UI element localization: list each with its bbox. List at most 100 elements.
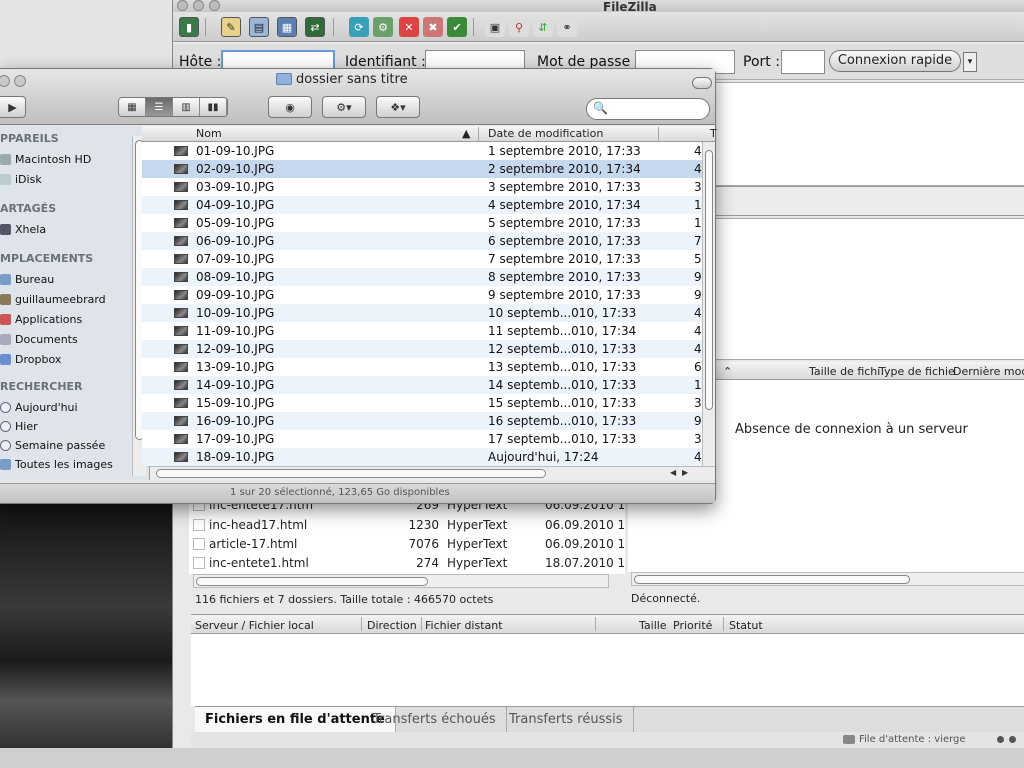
list-item[interactable]: 18-09-10.JPG Aujourd'hui, 17:24 4 [142,448,702,466]
list-item[interactable]: 05-09-10.JPG 5 septembre 2010, 17:33 1 [142,214,702,232]
action-menu-button[interactable]: ⚙▾ [322,96,366,118]
column-size[interactable]: T [710,127,717,140]
file-date: 06.09.2010 1 [545,518,626,532]
reconnect-icon[interactable]: ✔ [447,17,467,37]
list-item[interactable]: 07-09-10.JPG 7 septembre 2010, 17:33 5 [142,250,702,268]
tab-failed-transfers[interactable]: Transferts échoués [363,707,507,733]
dropbox-menu-button[interactable]: ❖▾ [376,96,420,118]
sort-up-chevron-icon[interactable]: ⌃ [723,365,732,378]
file-name: 04-09-10.JPG [196,198,275,212]
scroll-right-arrow-icon[interactable]: ▶ [682,468,688,477]
image-thumbnail-icon [174,272,188,282]
queue-col-direction[interactable]: Direction [367,619,417,632]
toolbar-toggle-button[interactable] [692,77,712,89]
scroll-left-arrow-icon[interactable]: ◀ [670,468,676,477]
toolbar-separator [333,18,334,36]
port-input[interactable] [781,50,825,74]
compare-directories-icon[interactable]: ⚲ [509,17,529,37]
queue-col-remote[interactable]: Fichier distant [425,619,503,632]
sidebar-item-macintosh-hd[interactable]: Macintosh HD [0,150,91,168]
list-item[interactable]: 17-09-10.JPG 17 septemb...010, 17:33 3 [142,430,702,448]
search-input[interactable]: 🔍 [586,98,710,120]
synchronized-browsing-icon[interactable]: ⇵ [533,17,553,37]
list-item[interactable]: 10-09-10.JPG 10 septemb...010, 17:33 4 [142,304,702,322]
sidebar-item-home[interactable]: guillaumeebrard [0,290,106,308]
list-item[interactable]: 03-09-10.JPG 3 septembre 2010, 17:33 3 [142,178,702,196]
sidebar-item-applications[interactable]: Applications [0,310,82,328]
queue-col-size[interactable]: Taille [639,619,667,632]
list-item[interactable]: 11-09-10.JPG 11 septemb...010, 17:34 4 [142,322,702,340]
list-item[interactable]: 16-09-10.JPG 16 septemb...010, 17:33 9 [142,412,702,430]
quickconnect-button[interactable]: Connexion rapide [829,50,961,72]
zoom-window-button[interactable] [209,0,220,11]
file-list-horizontal-scrollbar[interactable]: ◀ ▶ [150,466,715,480]
sidebar-item-all-images[interactable]: Toutes les images [0,455,113,473]
sidebar-item-xhela[interactable]: Xhela [0,220,46,238]
remote-directory-tree[interactable] [713,218,1024,360]
remote-tree-icon[interactable]: ▦ [277,17,297,37]
list-item[interactable]: 14-09-10.JPG 14 septemb...010, 17:33 1 [142,376,702,394]
sidebar-item-bureau[interactable]: Bureau [0,270,54,288]
transfer-queue-icon[interactable]: ⇄ [305,17,325,37]
minimize-window-button[interactable] [193,0,204,11]
process-queue-icon[interactable]: ⚙ [373,17,393,37]
column-view-button[interactable]: ▥ [173,98,200,116]
table-row[interactable]: inc-entete1.html 274 HyperText 18.07.201… [189,554,625,573]
list-item[interactable]: 09-09-10.JPG 9 septembre 2010, 17:33 9 [142,286,702,304]
search-remote-icon[interactable]: ⚭ [557,17,577,37]
file-type: HyperText [447,537,508,551]
site-manager-icon[interactable]: ▮ [179,17,199,37]
remote-col-type[interactable]: Type de fichie [879,365,955,378]
list-item[interactable]: 01-09-10.JPG 1 septembre 2010, 17:33 4 [142,142,702,160]
refresh-icon[interactable]: ⟳ [349,17,369,37]
coverflow-view-button[interactable]: ▮▮ [200,98,227,116]
tab-successful-transfers[interactable]: Transferts réussis [499,707,634,733]
sidebar-item-dropbox[interactable]: Dropbox [0,350,61,368]
list-item[interactable]: 13-09-10.JPG 13 septemb...010, 17:33 6 [142,358,702,376]
sidebar-item-documents[interactable]: Documents [0,330,78,348]
sidebar-item-yesterday[interactable]: Hier [0,417,38,435]
quickconnect-history-dropdown[interactable]: ▾ [963,52,977,72]
local-tree-icon[interactable]: ▤ [249,17,269,37]
remote-col-size[interactable]: Taille de fichi [809,365,880,378]
table-row[interactable]: article-17.html 7076 HyperText 06.09.201… [189,535,625,554]
message-log-icon[interactable]: ✎ [221,17,241,37]
disconnect-icon[interactable]: ✖ [423,17,443,37]
list-item[interactable]: 06-09-10.JPG 6 septembre 2010, 17:33 7 [142,232,702,250]
queue-col-local[interactable]: Serveur / Fichier local [195,619,314,632]
file-name: 12-09-10.JPG [196,342,275,356]
queue-col-priority[interactable]: Priorité [673,619,712,632]
remote-col-modified[interactable]: Dernière modif [953,365,1024,378]
cancel-icon[interactable]: ✕ [399,17,419,37]
file-name: 11-09-10.JPG [196,324,275,338]
sidebar-item-last-week[interactable]: Semaine passée [0,436,105,454]
column-name[interactable]: Nom [196,127,222,140]
close-window-button[interactable] [177,0,188,11]
directory-listing-filters-icon[interactable]: ▣ [485,17,505,37]
minimize-window-button[interactable] [0,75,10,87]
sidebar-item-idisk[interactable]: iDisk [0,170,42,188]
transfer-queue-list[interactable] [191,634,1024,706]
file-name: inc-head17.html [209,518,308,532]
list-item[interactable]: 15-09-10.JPG 15 septemb...010, 17:33 3 [142,394,702,412]
quick-look-button[interactable]: ◉ [268,96,312,118]
remote-horizontal-scrollbar[interactable] [631,572,1024,586]
forward-button[interactable]: ▶ [0,96,26,118]
queue-col-status[interactable]: Statut [729,619,763,632]
column-date-modified[interactable]: Date de modification [488,127,603,140]
local-file-list[interactable]: inc-entete17.htm 269 HyperText 06.09.201… [189,498,625,574]
file-list[interactable]: 01-09-10.JPG 1 septembre 2010, 17:33 4 02-0… [142,142,702,466]
local-horizontal-scrollbar[interactable] [193,574,609,588]
icon-view-button[interactable]: ▦ [119,98,146,116]
file-list-vertical-scrollbar[interactable] [702,142,715,466]
list-item[interactable]: 02-09-10.JPG 2 septembre 2010, 17:34 4 [142,160,702,178]
file-size: 1 [694,216,702,230]
list-view-button[interactable]: ☰ [146,98,173,116]
list-item[interactable]: 04-09-10.JPG 4 septembre 2010, 17:34 1 [142,196,702,214]
list-item[interactable]: 08-09-10.JPG 8 septembre 2010, 17:33 9 [142,268,702,286]
file-size: 3 [694,180,702,194]
sidebar-item-today[interactable]: Aujourd'hui [0,398,78,416]
table-row[interactable]: inc-head17.html 1230 HyperText 06.09.201… [189,516,625,535]
zoom-window-button[interactable] [14,75,26,87]
list-item[interactable]: 12-09-10.JPG 12 septemb...010, 17:33 4 [142,340,702,358]
